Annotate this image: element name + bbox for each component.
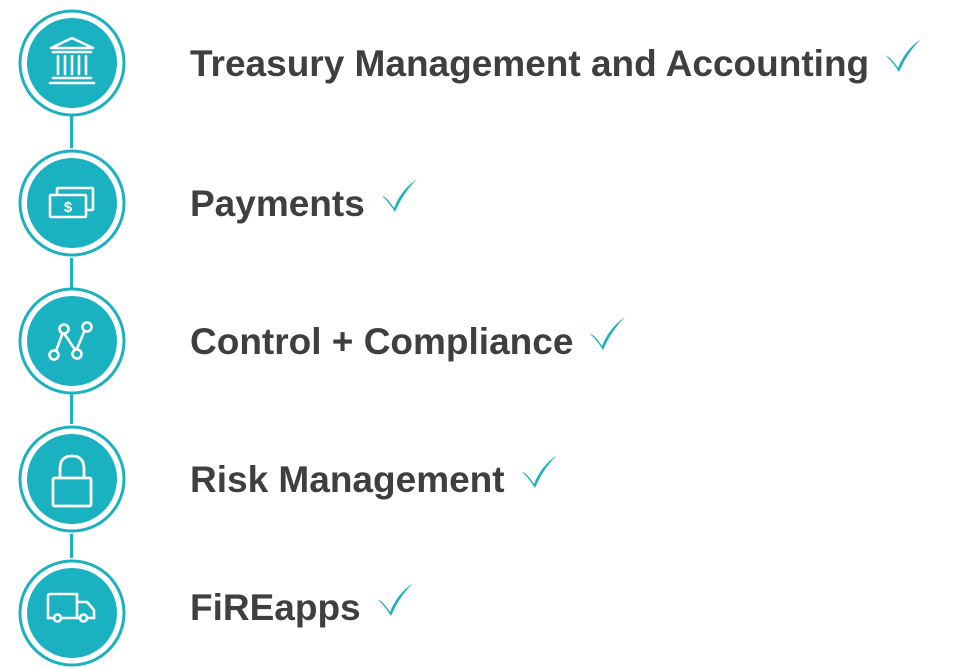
feature-label: Payments — [190, 179, 419, 224]
checkmark-icon — [379, 176, 419, 214]
money-icon: $ — [17, 148, 127, 258]
feature-label: FiREapps — [190, 583, 415, 628]
connector-line — [70, 534, 73, 558]
feature-label-text: FiREapps — [190, 586, 361, 628]
feature-label: Risk Management — [190, 455, 559, 500]
lock-icon — [17, 424, 127, 534]
checkmark-icon — [375, 580, 415, 618]
network-icon — [17, 286, 127, 396]
feature-label-text: Control + Compliance — [190, 320, 574, 362]
feature-item-treasury: Treasury Management and Accounting — [0, 8, 964, 118]
feature-item-payments: $ Payments — [0, 148, 964, 258]
feature-item-control-compliance: Control + Compliance — [0, 286, 964, 396]
checkmark-icon — [587, 314, 627, 352]
feature-item-risk-management: Risk Management — [0, 424, 964, 534]
feature-label: Control + Compliance — [190, 317, 627, 362]
truck-icon — [17, 558, 127, 668]
checkmark-icon — [519, 452, 559, 490]
feature-label: Treasury Management and Accounting — [190, 39, 923, 84]
connector-line — [70, 394, 73, 424]
svg-text:$: $ — [64, 199, 73, 216]
feature-label-text: Payments — [190, 182, 365, 224]
feature-item-fireapps: FiREapps — [0, 558, 964, 668]
bank-icon — [17, 8, 127, 118]
feature-label-text: Risk Management — [190, 458, 505, 500]
feature-label-text: Treasury Management and Accounting — [190, 42, 870, 84]
checkmark-icon — [883, 36, 923, 74]
